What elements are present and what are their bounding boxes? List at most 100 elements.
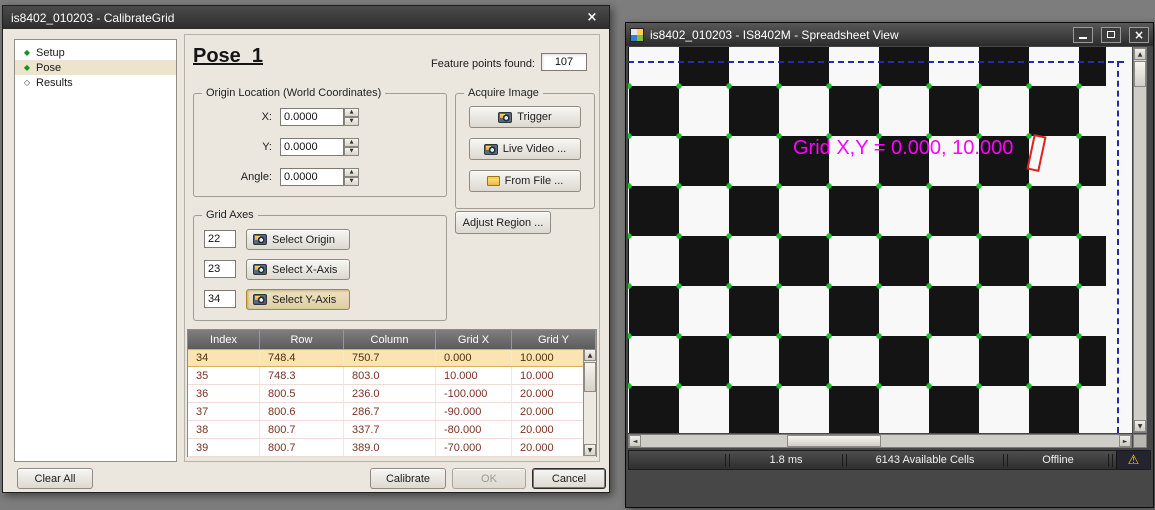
scroll-down-icon[interactable]: ▼ [584,444,596,456]
select-origin-button[interactable]: Select Origin [246,229,350,250]
origin-axis-row: Select Origin [194,229,446,250]
x-label: X: [194,111,272,123]
cell-column: 750.7 [344,350,436,366]
adjust-region-label: Adjust Region ... [463,217,544,229]
tree-item-results[interactable]: ◇ Results [15,75,176,90]
cell-grid-x: 0.000 [436,350,512,366]
origin-marker [1026,134,1046,172]
scroll-right-icon[interactable]: ► [1119,435,1131,447]
y-label: Y: [194,141,272,153]
x-spinner: ▲ ▼ [344,108,359,126]
close-button[interactable]: × [1129,27,1149,43]
cell-grid-x: -70.000 [436,439,512,456]
feature-points-value: 107 [541,53,587,71]
y-spinner: ▲ ▼ [344,138,359,156]
tree-item-pose[interactable]: ◆ Pose [15,60,176,75]
cancel-button[interactable]: Cancel [532,468,606,489]
pose-tree: ◆ Setup ◆ Pose ◇ Results [14,39,177,462]
x-axis-index-field[interactable] [204,260,236,278]
cell-index: 35 [188,367,260,384]
warning-icon[interactable]: ⚠ [1116,451,1150,469]
select-y-axis-button[interactable]: Select Y-Axis [246,289,350,310]
select-x-axis-label: Select X-Axis [272,264,337,276]
x-field[interactable] [280,108,344,126]
select-origin-label: Select Origin [272,234,335,246]
col-header-grid-y: Grid Y [512,330,596,349]
scroll-up-icon[interactable]: ▲ [1134,48,1146,60]
grid-boundary-right-line [1117,61,1119,433]
cell-row: 748.4 [260,350,344,366]
angle-label: Angle: [194,171,272,183]
cell-row: 800.5 [260,385,344,402]
cell-column: 236.0 [344,385,436,402]
table-row[interactable]: 36 800.5 236.0 -100.000 20.000 [188,385,596,403]
status-bar: 1.8 ms 6143 Available Cells Offline ⚠ [628,450,1151,470]
calibrate-button[interactable]: Calibrate [370,468,446,489]
adjust-region-button[interactable]: Adjust Region ... [455,211,551,234]
spin-down-icon[interactable]: ▼ [344,177,359,186]
grid-axes-legend: Grid Axes [202,209,258,221]
calibrate-window-titlebar[interactable]: is8402_010203 - CalibrateGrid × [3,6,609,29]
table-row[interactable]: 34 748.4 750.7 0.000 10.000 [188,349,596,367]
table-row[interactable]: 39 800.7 389.0 -70.000 20.000 [188,439,596,457]
table-row[interactable]: 38 800.7 337.7 -80.000 20.000 [188,421,596,439]
cell-index: 39 [188,439,260,456]
cell-grid-x: -80.000 [436,421,512,438]
spin-down-icon[interactable]: ▼ [344,147,359,156]
close-icon[interactable]: × [583,10,601,26]
from-file-button[interactable]: From File ... [469,170,581,192]
grid-coordinates-overlay: Grid X,Y = 0.000, 10.000 [793,137,1013,160]
minimize-button[interactable] [1073,27,1093,43]
close-icon: × [1134,29,1144,41]
cancel-label: Cancel [552,473,586,485]
cell-row: 748.3 [260,367,344,384]
x-axis-row: Select X-Axis [194,259,446,280]
table-scrollbar[interactable]: ▲ ▼ [583,349,596,456]
cell-grid-x: 10.000 [436,367,512,384]
clear-all-button[interactable]: Clear All [17,468,93,489]
tree-item-setup[interactable]: ◆ Setup [15,45,176,60]
col-header-index: Index [188,330,260,349]
y-axis-index-field[interactable] [204,290,236,308]
scroll-up-icon[interactable]: ▲ [584,349,596,361]
horizontal-scrollbar[interactable]: ◄ ► [628,434,1132,448]
live-video-button[interactable]: Live Video ... [469,138,581,160]
origin-index-field[interactable] [204,230,236,248]
ok-button[interactable]: OK [452,468,526,489]
page-title: Pose 1 [193,45,263,68]
status-separator [1003,454,1008,467]
spreadsheet-window-titlebar[interactable]: is8402_010203 - IS8402M - Spreadsheet Vi… [626,23,1153,46]
cell-column: 337.7 [344,421,436,438]
diamond-icon: ◆ [22,48,32,57]
video-camera-icon [484,144,498,155]
cell-grid-x: -90.000 [436,403,512,420]
clear-all-label: Clear All [35,473,76,485]
table-row[interactable]: 35 748.3 803.0 10.000 10.000 [188,367,596,385]
table-header-row: Index Row Column Grid X Grid Y [188,330,596,349]
spreadsheet-view-window: is8402_010203 - IS8402M - Spreadsheet Vi… [625,22,1154,508]
cell-index: 38 [188,421,260,438]
table-row[interactable]: 37 800.6 286.7 -90.000 20.000 [188,403,596,421]
spin-down-icon[interactable]: ▼ [344,117,359,126]
scrollbar-thumb[interactable] [584,362,596,392]
select-x-axis-button[interactable]: Select X-Axis [246,259,350,280]
scroll-down-icon[interactable]: ▼ [1134,420,1146,432]
spin-up-icon[interactable]: ▲ [344,138,359,147]
spin-up-icon[interactable]: ▲ [344,108,359,117]
pose-panel: Pose 1 Feature points found: 107 Origin … [184,34,600,462]
cell-index: 34 [188,350,260,366]
scrollbar-thumb[interactable] [787,435,881,447]
y-field[interactable] [280,138,344,156]
calibration-grid-image[interactable]: Grid X,Y = 0.000, 10.000 [628,47,1132,433]
calibrate-label: Calibrate [386,473,430,485]
points-table: Index Row Column Grid X Grid Y 34 748.4 … [187,329,597,457]
connection-status: Offline [1011,451,1105,469]
angle-field[interactable] [280,168,344,186]
status-separator [1108,454,1113,467]
scrollbar-thumb[interactable] [1134,61,1146,87]
maximize-button[interactable] [1101,27,1121,43]
scroll-left-icon[interactable]: ◄ [629,435,641,447]
spin-up-icon[interactable]: ▲ [344,168,359,177]
vertical-scrollbar[interactable]: ▲ ▼ [1133,47,1147,433]
trigger-button[interactable]: Trigger [469,106,581,128]
